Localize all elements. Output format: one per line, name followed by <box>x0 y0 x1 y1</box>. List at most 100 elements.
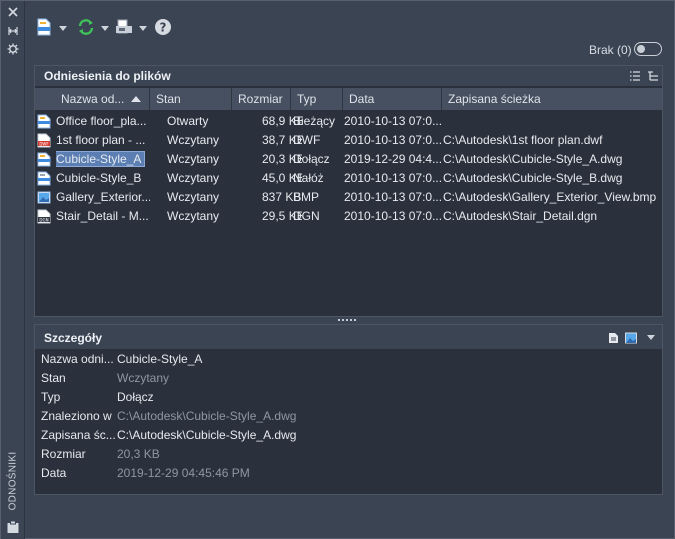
cell-name: Gallery_Exterior... <box>56 190 150 204</box>
details-panel: Szczegóły Nazwa odni... Cubicle-Style_A … <box>34 324 663 495</box>
cell-date: 2010-10-13 07:0... <box>344 114 442 128</box>
table-row-selected[interactable]: Cubicle-Style_A Wczytany 20,3 KB Dołącz … <box>35 150 662 169</box>
cell-status: Wczytany <box>167 152 220 166</box>
palette-side-strip: ODNOŚNIKI <box>1 1 25 539</box>
table-row[interactable]: Office floor_pla... Otwarty 68,9 KB Bież… <box>35 112 662 131</box>
cell-date: 2010-10-13 07:0... <box>344 190 442 204</box>
column-status[interactable]: Stan <box>150 88 232 110</box>
tree-view-icon[interactable] <box>647 70 659 82</box>
detail-value[interactable]: C:\Autodesk\Cubicle-Style_A.dwg <box>117 426 296 445</box>
cell-type: DWF <box>293 133 321 147</box>
cell-type: Bieżący <box>293 114 336 128</box>
selected-name: Cubicle-Style_A <box>56 151 146 167</box>
refresh-button[interactable] <box>77 17 111 39</box>
cell-path: C:\Autodesk\Stair_Detail.dgn <box>443 209 598 223</box>
file-references-header: Odniesienia do plików <box>35 66 662 86</box>
cell-path: C:\Autodesk\Cubicle-Style_A.dwg <box>443 152 623 166</box>
refresh-icon <box>78 19 94 35</box>
chevron-down-icon[interactable] <box>139 26 147 31</box>
cell-type: DGN <box>293 209 320 223</box>
clipboard-icon <box>6 520 20 534</box>
missing-references-toggle[interactable] <box>634 42 662 56</box>
cell-status: Otwarty <box>167 114 209 128</box>
detail-label: Rozmiar <box>41 447 86 461</box>
column-size[interactable]: Rozmiar <box>232 88 291 110</box>
list-view-icon[interactable] <box>629 70 641 82</box>
detail-label: Stan <box>41 371 66 385</box>
cell-name: Office floor_pla... <box>56 114 147 128</box>
table-header: Nazwa od... Stan Rozmiar Typ Data Zapisa… <box>35 88 662 110</box>
column-date[interactable]: Data <box>343 88 442 110</box>
cell-date: 2019-12-29 04:4... <box>344 152 442 166</box>
properties-gear-icon[interactable] <box>5 43 21 57</box>
auto-hide-icon[interactable] <box>5 25 21 39</box>
dgn-file-icon: DGN <box>37 209 51 224</box>
dwg-attach-file-icon <box>37 152 51 167</box>
cell-type: Dołącz <box>293 152 330 166</box>
attach-dwg-button[interactable] <box>35 17 69 39</box>
details-header: Szczegóły <box>35 325 662 349</box>
detail-value: 20,3 KB <box>117 447 160 461</box>
help-button[interactable]: ? <box>154 17 174 39</box>
svg-text:DWF: DWF <box>39 141 49 146</box>
cell-date: 2010-10-13 07:0... <box>344 209 442 223</box>
cell-status: Wczytany <box>167 209 220 223</box>
panel-splitter-grip[interactable] <box>338 319 358 323</box>
detail-value[interactable]: Cubicle-Style_A <box>117 350 202 369</box>
palette-title-label: ODNOŚNIKI <box>7 451 19 511</box>
change-path-button[interactable] <box>115 17 149 39</box>
file-references-panel: Odniesienia do plików Nazwa od... Stan R… <box>34 65 663 317</box>
palette-title: ODNOŚNIKI <box>3 449 23 513</box>
detail-label: Zapisana śc... <box>41 428 115 442</box>
cell-name: Stair_Detail - M... <box>56 209 149 223</box>
file-references-title: Odniesienia do plików <box>44 69 171 83</box>
table-row[interactable]: DGN Stair_Detail - M... Wczytany 29,5 KB… <box>35 207 662 226</box>
details-title: Szczegóły <box>44 331 103 345</box>
detail-value: Wczytany <box>117 371 170 385</box>
cell-date: 2010-10-13 07:0... <box>344 171 442 185</box>
dwg-overlay-file-icon <box>37 171 51 186</box>
cell-type: Nałóż <box>293 171 324 185</box>
file-references-list: Office floor_pla... Otwarty 68,9 KB Bież… <box>35 112 662 226</box>
detail-value[interactable]: Dołącz <box>117 388 154 407</box>
cell-path: C:\Autodesk\Cubicle-Style_B.dwg <box>443 171 623 185</box>
dwg-current-file-icon <box>37 114 51 129</box>
chevron-down-icon[interactable] <box>59 26 67 31</box>
cell-status: Wczytany <box>167 171 220 185</box>
cell-date: 2010-10-13 07:0... <box>344 133 442 147</box>
change-path-icon <box>116 19 132 34</box>
sort-ascending-icon <box>131 96 141 102</box>
missing-references-label: Brak (0) <box>589 43 632 57</box>
table-row[interactable]: Cubicle-Style_B Wczytany 45,0 KB Nałóż 2… <box>35 169 662 188</box>
cell-status: Wczytany <box>167 133 220 147</box>
details-view-icon[interactable] <box>608 332 620 344</box>
image-file-icon <box>37 190 51 205</box>
table-row[interactable]: Gallery_Exterior... Wczytany 837 KB BMP … <box>35 188 662 207</box>
cell-path: C:\Autodesk\1st floor plan.dwf <box>443 133 603 147</box>
table-row[interactable]: DWF 1st floor plan - ... Wczytany 38,7 K… <box>35 131 662 150</box>
dwf-file-icon: DWF <box>37 133 51 148</box>
detail-value: 2019-12-29 04:45:46 PM <box>117 466 250 480</box>
cell-name: Cubicle-Style_B <box>56 171 142 185</box>
chevron-down-icon[interactable] <box>101 26 109 31</box>
detail-label: Znaleziono w <box>41 409 112 423</box>
chevron-down-icon[interactable] <box>647 335 655 340</box>
attach-file-icon <box>37 18 51 36</box>
detail-label: Typ <box>41 390 61 404</box>
column-type[interactable]: Typ <box>291 88 343 110</box>
close-icon[interactable] <box>5 6 21 20</box>
detail-value: C:\Autodesk\Cubicle-Style_A.dwg <box>117 409 297 423</box>
cell-name: 1st floor plan - ... <box>56 133 146 147</box>
svg-text:DGN: DGN <box>39 217 48 222</box>
detail-label: Nazwa odni... <box>41 352 114 366</box>
svg-text:?: ? <box>160 21 167 35</box>
help-icon: ? <box>155 19 171 35</box>
cell-path: C:\Autodesk\Gallery_Exterior_View.bmp <box>443 190 657 204</box>
cell-name: Cubicle-Style_A <box>56 150 150 169</box>
preview-image-icon[interactable] <box>625 332 637 344</box>
column-saved-path[interactable]: Zapisana ścieżka <box>442 88 662 110</box>
cell-type: BMP <box>293 190 320 204</box>
cell-status: Wczytany <box>167 190 220 204</box>
external-references-palette: ODNOŚNIKI ? Brak (0) Odniesienia do plik… <box>0 0 675 539</box>
detail-label: Data <box>41 466 67 480</box>
